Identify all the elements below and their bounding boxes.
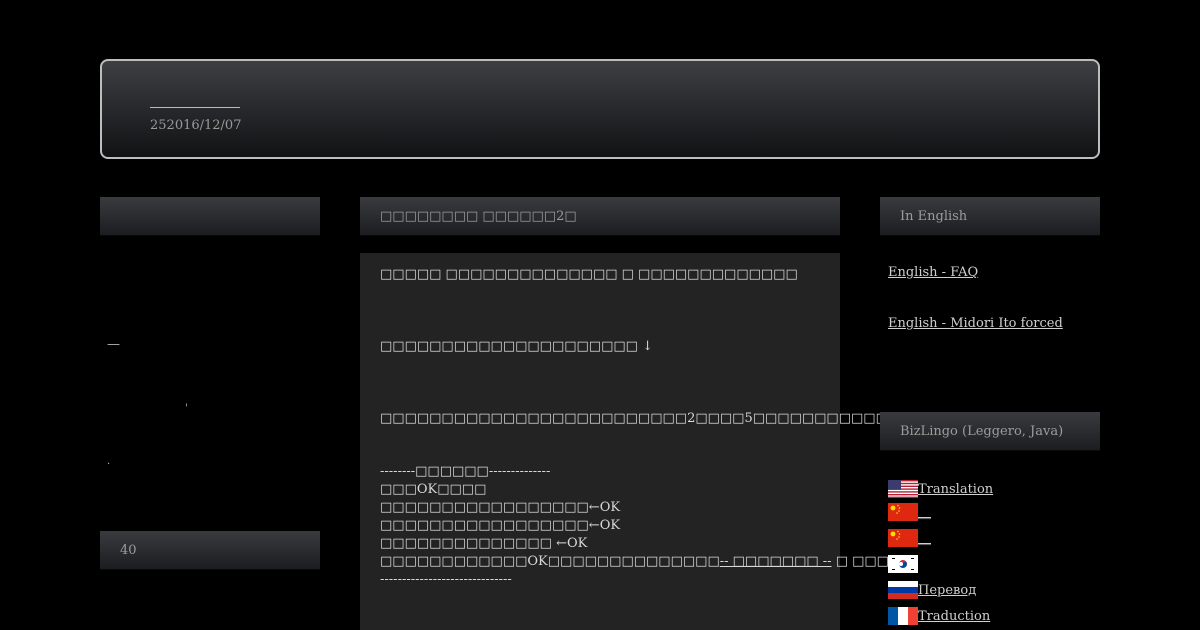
english-section-title: In English [900,209,968,224]
language-label: __ [918,531,931,546]
language-label: Translation [918,482,994,497]
notes-line: □□□□□□□□□□□□□□□□□←OK [380,500,621,515]
left-sidebar-heading [100,197,320,236]
notes-line: □□□□□□□□□□□□OK□□□□□□□□□□□□□□-- □□□□□□□ -… [380,553,901,571]
bizlingo-section-heading: BizLingo (Leggero, Java) [880,412,1100,451]
header-date: 252016/12/07 [150,118,242,133]
china-flag-icon [888,503,918,521]
language-label: Traduction [918,609,991,624]
notes-line: □□□OK□□□□ [380,482,487,497]
notes-footer: ------------------------------ [380,572,512,587]
english-section-heading: In English [880,197,1100,236]
english-faq-link[interactable]: English - FAQ [888,265,978,280]
post-paragraph: □□□□□ □□□□□□□□□□□□□□ □ □□□□□□□□□□□□□ [380,267,798,282]
notes-line-text: □□□□□□□□□□□□OK□□□□□□□□□□□□□□ [380,554,720,569]
notes-header: --------□□□□□□-------------- [380,464,551,479]
left-sidebar-mark: . [107,456,111,467]
us-flag-icon [888,480,918,498]
notes-inline-link[interactable]: -- □□□□□□□ -- [720,554,832,569]
left-sidebar-mark: ' [185,403,188,414]
left-sidebar-count-heading: 40 [100,531,320,570]
post-body: □□□□□ □□□□□□□□□□□□□□ □ □□□□□□□□□□□□□ □□□… [360,253,901,630]
france-flag-icon [888,607,918,625]
left-sidebar-dash[interactable]: — [107,337,120,352]
language-label: __ [918,505,931,520]
post-paragraph: □□□□□□□□□□□□□□□□□□□□□ ↓ [380,339,653,354]
site-header: 252016/12/07 [100,59,1100,159]
post-title-bar: □□□□□□□□ □□□□□□2□ [360,197,840,236]
notes-line: □□□□□□□□□□□□□□ ←OK [380,536,588,551]
notes-block: --------□□□□□□-------------- □□□OK□□□□ □… [380,463,901,589]
russia-flag-icon [888,581,918,599]
post-paragraph: □□□□□□□□□□□□□□□□□□□□□□□□□2□□□□5□□□□□□□□□… [380,411,901,426]
english-midori-link[interactable]: English - Midori Ito forced [888,316,1063,331]
korea-flag-icon [888,555,918,573]
language-label: Перевод [918,583,977,598]
china-flag-icon [888,529,918,547]
post-title[interactable]: □□□□□□□□ □□□□□□2□ [380,209,577,224]
bizlingo-section-title: BizLingo (Leggero, Java) [900,424,1064,439]
count-label: 40 [120,543,137,558]
notes-line: □□□□□□□□□□□□□□□□□←OK [380,518,621,533]
site-title[interactable] [150,91,240,108]
